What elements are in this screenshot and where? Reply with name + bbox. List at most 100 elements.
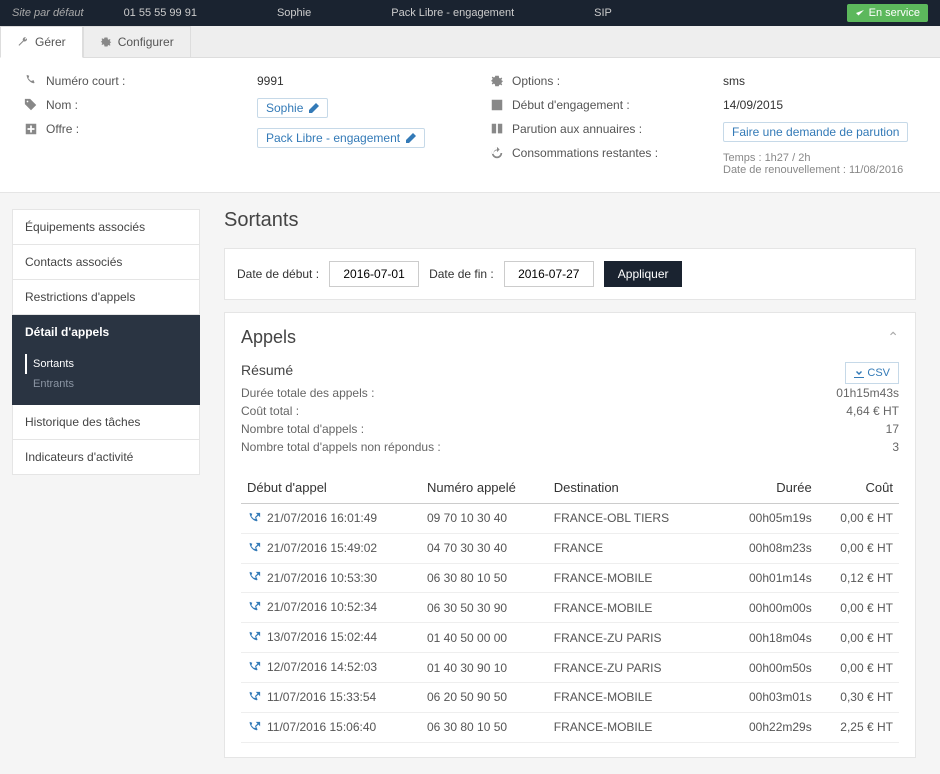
options-label: Options : xyxy=(512,74,662,88)
outgoing-call-icon xyxy=(247,512,261,526)
cell-start: 13/07/2016 15:02:44 xyxy=(241,623,421,653)
topbar-protocol: SIP xyxy=(554,7,652,19)
export-csv-button[interactable]: CSV xyxy=(845,362,899,384)
pencil-icon xyxy=(406,133,416,143)
tab-configure-label: Configurer xyxy=(118,35,174,49)
cell-number: 01 40 50 00 00 xyxy=(421,623,548,653)
sidebar-sub-incoming[interactable]: Entrants xyxy=(25,374,187,394)
tab-manage[interactable]: Gérer xyxy=(0,26,83,58)
summary-value: 17 xyxy=(886,422,899,436)
name-edit-link[interactable]: Sophie xyxy=(257,98,328,118)
cell-start: 21/07/2016 16:01:49 xyxy=(241,504,421,534)
sidebar-item-call-details[interactable]: Détail d'appels xyxy=(12,315,200,350)
directory-label: Parution aux annuaires : xyxy=(512,122,662,136)
summary-label: Nombre total d'appels non répondus : xyxy=(241,440,441,454)
cell-start: 12/07/2016 14:52:03 xyxy=(241,653,421,683)
cell-duration: 00h03m01s xyxy=(708,682,818,712)
cell-cost: 0,00 € HT xyxy=(818,653,899,683)
filter-bar: Date de début : Date de fin : Appliquer xyxy=(224,248,916,300)
table-row: 21/07/2016 10:52:3406 30 50 30 90FRANCE-… xyxy=(241,593,899,623)
outgoing-call-icon xyxy=(247,631,261,645)
download-icon xyxy=(854,368,864,378)
outgoing-call-icon xyxy=(247,542,261,556)
topbar-pack: Pack Libre - engagement xyxy=(351,7,554,19)
book-icon xyxy=(490,122,504,136)
consumption-time: Temps : 1h27 / 2h xyxy=(723,152,916,164)
table-header: Coût xyxy=(818,472,899,504)
sidebar-sub-outgoing[interactable]: Sortants xyxy=(25,354,187,374)
cell-start: 21/07/2016 10:53:30 xyxy=(241,563,421,593)
tab-manage-label: Gérer xyxy=(35,35,66,49)
consumption-renewal: Date de renouvellement : 11/08/2016 xyxy=(723,164,916,176)
status-text: En service xyxy=(869,7,920,19)
engagement-value: 14/09/2015 xyxy=(723,98,783,112)
directory-request-link[interactable]: Faire une demande de parution xyxy=(723,122,908,142)
summary-row: Nombre total d'appels : 17 xyxy=(241,420,899,438)
topbar-user: Sophie xyxy=(237,7,351,19)
cell-duration: 00h08m23s xyxy=(708,533,818,563)
offer-label: Offre : xyxy=(46,122,196,136)
pencil-icon xyxy=(309,103,319,113)
apply-button[interactable]: Appliquer xyxy=(604,261,683,287)
cell-start: 21/07/2016 15:49:02 xyxy=(241,533,421,563)
summary-row: Nombre total d'appels non répondus : 3 xyxy=(241,438,899,456)
cell-destination: FRANCE-ZU PARIS xyxy=(548,653,708,683)
chevron-up-icon[interactable]: ⌃ xyxy=(887,329,899,346)
cell-destination: FRANCE-MOBILE xyxy=(548,563,708,593)
summary-label: Nombre total d'appels : xyxy=(241,422,364,436)
tab-bar: Gérer Configurer xyxy=(0,26,940,58)
cell-number: 01 40 30 90 10 xyxy=(421,653,548,683)
name-label: Nom : xyxy=(46,98,196,112)
tag-icon xyxy=(24,98,38,112)
summary-label: Durée totale des appels : xyxy=(241,386,374,400)
filter-start-label: Date de début : xyxy=(237,267,319,281)
cell-number: 06 20 50 90 50 xyxy=(421,682,548,712)
sidebar-submenu: Sortants Entrants xyxy=(12,350,200,405)
detail-panel: Numéro court : Nom : Offre : 9991 Sophie… xyxy=(0,58,940,193)
summary-row: Durée totale des appels :01h15m43s xyxy=(241,384,899,402)
outgoing-call-icon xyxy=(247,721,261,735)
gear-icon xyxy=(490,74,504,88)
calls-table: Début d'appelNuméro appeléDestinationDur… xyxy=(241,472,899,743)
summary-value: 3 xyxy=(892,440,899,454)
refresh-icon xyxy=(490,146,504,160)
sidebar-item-equipment[interactable]: Équipements associés xyxy=(12,209,200,245)
outgoing-call-icon xyxy=(247,691,261,705)
table-row: 12/07/2016 14:52:0301 40 30 90 10FRANCE-… xyxy=(241,653,899,683)
table-header: Numéro appelé xyxy=(421,472,548,504)
table-header: Destination xyxy=(548,472,708,504)
cell-cost: 0,00 € HT xyxy=(818,623,899,653)
summary-value: 4,64 € HT xyxy=(846,404,899,418)
offer-edit-link[interactable]: Pack Libre - engagement xyxy=(257,128,425,148)
cell-destination: FRANCE-MOBILE xyxy=(548,682,708,712)
cell-start: 21/07/2016 10:52:34 xyxy=(241,593,421,623)
cell-duration: 00h22m29s xyxy=(708,712,818,742)
short-number-value: 9991 xyxy=(257,74,284,88)
sidebar-item-indicators[interactable]: Indicateurs d'activité xyxy=(12,440,200,475)
sidebar-item-contacts[interactable]: Contacts associés xyxy=(12,245,200,280)
page-title: Sortants xyxy=(224,209,916,232)
cell-duration: 00h05m19s xyxy=(708,504,818,534)
panel-title: Appels xyxy=(241,327,296,348)
cell-cost: 2,25 € HT xyxy=(818,712,899,742)
summary-label: Coût total : xyxy=(241,404,299,418)
cell-number: 04 70 30 30 40 xyxy=(421,533,548,563)
end-date-input[interactable] xyxy=(504,261,594,287)
sidebar-item-history[interactable]: Historique des tâches xyxy=(12,405,200,440)
start-date-input[interactable] xyxy=(329,261,419,287)
calendar-icon xyxy=(490,98,504,112)
tab-configure[interactable]: Configurer xyxy=(83,26,191,57)
cell-duration: 00h18m04s xyxy=(708,623,818,653)
engagement-label: Début d'engagement : xyxy=(512,98,662,112)
plus-icon xyxy=(24,122,38,136)
cell-destination: FRANCE-MOBILE xyxy=(548,593,708,623)
cell-destination: FRANCE xyxy=(548,533,708,563)
summary-title: Résumé xyxy=(241,362,293,378)
cell-destination: FRANCE-OBL TIERS xyxy=(548,504,708,534)
check-icon xyxy=(855,8,865,18)
table-row: 13/07/2016 15:02:4401 40 50 00 00FRANCE-… xyxy=(241,623,899,653)
cell-duration: 00h01m14s xyxy=(708,563,818,593)
table-row: 21/07/2016 15:49:0204 70 30 30 40FRANCE0… xyxy=(241,533,899,563)
sidebar-item-restrictions[interactable]: Restrictions d'appels xyxy=(12,280,200,315)
cell-cost: 0,00 € HT xyxy=(818,504,899,534)
